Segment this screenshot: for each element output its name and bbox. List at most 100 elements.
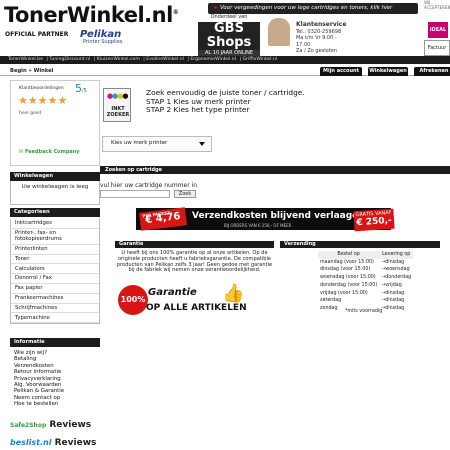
service-agent-photo (268, 18, 290, 46)
arrow-right-icon: ► (214, 5, 219, 11)
chevron-down-icon (199, 142, 205, 146)
safe2shop-reviews[interactable]: Safe2Shop Reviews (10, 420, 91, 430)
table-row: dinsdag (voor 15:00) woensdag (318, 266, 413, 274)
safe2shop-logo: Safe2Shop (10, 422, 47, 429)
cart-box-title: Winkelwagen (10, 172, 100, 181)
order-day: vrijdag (voor 15:00) (320, 290, 368, 296)
guarantee-seal: 100% (118, 285, 148, 315)
guarantee-word: Garantie (148, 287, 197, 298)
guarantee-all: OP ALLE ARTIKELEN (146, 303, 247, 313)
shipping-note: *mits voorradig (345, 309, 383, 314)
beslist-reviews[interactable]: beslist.nl Reviews (10, 438, 96, 448)
table-row: vrijdag (voor 15:00) dinsdag (318, 290, 413, 298)
star-rating-icon: ★★★★★ (18, 94, 68, 107)
shipping-table: Bestel op Levering op maandag (voor 15:00… (318, 251, 414, 313)
guarantee-title: Garantie (115, 241, 274, 248)
beslist-logo: beslist.nl (10, 438, 52, 447)
tab-my-account[interactable]: Mijn account (320, 67, 362, 76)
col-delivery: Levering op (379, 251, 414, 259)
categories-list: Inktcartridges Printer-, fax- en fotokop… (10, 219, 100, 325)
guarantee-text: U heeft bij ons 100% garantie op al onze… (116, 250, 273, 274)
category-item[interactable]: Toner (11, 255, 99, 265)
cart-empty-text: Uw winkelwagen is leeg (10, 181, 100, 205)
category-item[interactable]: Frankeermachines (11, 294, 99, 304)
order-day: woensdag (voor 15:00) (320, 275, 376, 281)
order-day: donderdag (voor 15:00) (320, 282, 378, 288)
cartridge-search-title: Zoeken op cartridge (100, 166, 450, 174)
category-item[interactable]: Donorrol / Fax (11, 274, 99, 284)
banner-sub: BIJ ORDERS VAN € 250,- OF MEER (224, 223, 292, 228)
nav-link[interactable]: TuningDiscount.nl (49, 57, 90, 62)
cartridge-search-input[interactable] (100, 190, 170, 198)
tab-checkout[interactable]: Afrekenen (414, 67, 450, 76)
category-item[interactable]: Schrijfmachines (11, 304, 99, 314)
order-day: maandag (voor 15:00) (320, 259, 374, 265)
service-title: Klantenservice (296, 21, 347, 28)
delivery-day: vrijdag (379, 282, 413, 290)
feedback-company-logo: ✉ Feedback Company (19, 149, 80, 155)
cartridge-search-label: vul hier uw cartridge nummer in (100, 182, 198, 189)
gbs-top: Onderdeel van (210, 14, 248, 20)
service-hours: Ma t/m Vr 9.00 - 17.00 (296, 35, 337, 48)
delivery-day: woensdag (379, 266, 413, 274)
finder-step2: STAP 2 Kies het type printer (146, 105, 250, 115)
delivery-day: dinsdag (379, 290, 413, 298)
partner-logo: OFFICIAL PARTNER Pelikan Printer Supplie… (5, 29, 135, 45)
delivery-day: donderdag (379, 274, 413, 282)
nav-link[interactable]: TonerWinkel.be (8, 57, 43, 62)
network-navbar: TonerWinkel.be | TuningDiscount.nl | Klu… (0, 56, 450, 64)
info-title: Informatie (10, 338, 100, 347)
comment-icon: ✉ (19, 149, 24, 155)
search-button[interactable]: Zoek (174, 190, 196, 198)
delivery-day: dinsdag (379, 297, 413, 305)
category-item[interactable]: Printerlinten (11, 245, 99, 255)
category-item[interactable]: Fax papier (11, 284, 99, 294)
review-score: 5/5 (75, 82, 87, 95)
thumbs-up-icon: 👍 (222, 283, 245, 304)
col-order: Bestel op (318, 251, 380, 259)
tab-cart[interactable]: Winkelwagen (368, 67, 408, 76)
order-day: dinsdag (voor 15:00) (320, 267, 371, 273)
table-row: zaterdag dinsdag (318, 297, 413, 305)
guarantee-image: 100% Garantie 👍 OP ALLE ARTIKELEN (118, 283, 268, 323)
site-logo[interactable]: TonerWinkel.nl® (4, 3, 179, 27)
gbs-shops-logo[interactable]: Onderdeel van GBS Shops AL 10 JAAR ONLIN… (198, 14, 260, 58)
shipping-banner[interactable]: PER PAKKET € 4,76 Verzendkosten blijvend … (136, 207, 395, 232)
table-row: maandag (voor 15:00) dinsdag (318, 259, 413, 267)
service-weekend: Za / Zo gesloten (296, 48, 337, 54)
banner-headline: Verzendkosten blijvend verlaagd! (192, 211, 363, 221)
reviews-widget[interactable]: Klantbeoordelingen 5/5 ★★★★★ heel goed ✉… (10, 80, 100, 166)
category-item[interactable]: Printer-, fax- en fotokopieerdrums (11, 229, 99, 245)
gbs-big: GBS Shops (198, 22, 260, 50)
delivery-day: dinsdag (379, 305, 413, 313)
info-list: Wie zijn wij? Betaling Verzendkosten Ret… (10, 348, 100, 408)
ink-finder: ●●●● INKT ZOEKER Zoek eenvoudig de juist… (100, 80, 450, 130)
table-row: woensdag (voor 15:00)donderdag (318, 274, 413, 282)
printer-brand-select[interactable]: Kies uw merk printer (102, 136, 212, 152)
nav-link[interactable]: KluizenWinkel.com (97, 57, 140, 62)
category-item[interactable]: Inktcartridges (11, 219, 99, 229)
factuur-icon: Factuur (424, 40, 450, 56)
category-item[interactable]: Typemachine (11, 313, 99, 324)
ideal-icon: iDEAL (428, 22, 448, 38)
nav-link[interactable]: EvolineWinkel.nl (146, 57, 184, 62)
categories-title: Categorieen (10, 208, 100, 217)
shipping-title: Verzending (280, 241, 440, 248)
recycle-banner[interactable]: ► Voor vergeedingen voor uw lege cartrid… (208, 3, 418, 14)
category-item[interactable]: Calculators (11, 264, 99, 275)
reviews-title: Klantbeoordelingen (19, 86, 64, 91)
free-shipping-badge: GRATIS VANAF € 250,- (353, 208, 395, 232)
price-badge: PER PAKKET € 4,76 (139, 207, 187, 231)
rating-label: heel goed (19, 111, 42, 116)
accept-label: WIJ ACCEPTEREN (424, 0, 450, 10)
customer-service: Klantenservice Tel.: 0320-259698 Ma t/m … (268, 18, 346, 58)
nav-link[interactable]: ErgonomieWinkel.nl (190, 57, 236, 62)
order-day: zaterdag (320, 298, 342, 304)
partner-sub: Printer Supplies (83, 39, 123, 45)
nav-link[interactable]: GriffixWinkel.nl (242, 57, 277, 62)
delivery-day: dinsdag (379, 259, 413, 267)
table-header-row: Bestel op Levering op (318, 251, 414, 259)
info-link[interactable]: Hoe te bestellen (14, 401, 100, 407)
breadcrumb[interactable]: Begin » Winkel (10, 68, 53, 74)
ink-finder-icon: ●●●● INKT ZOEKER (103, 88, 131, 122)
